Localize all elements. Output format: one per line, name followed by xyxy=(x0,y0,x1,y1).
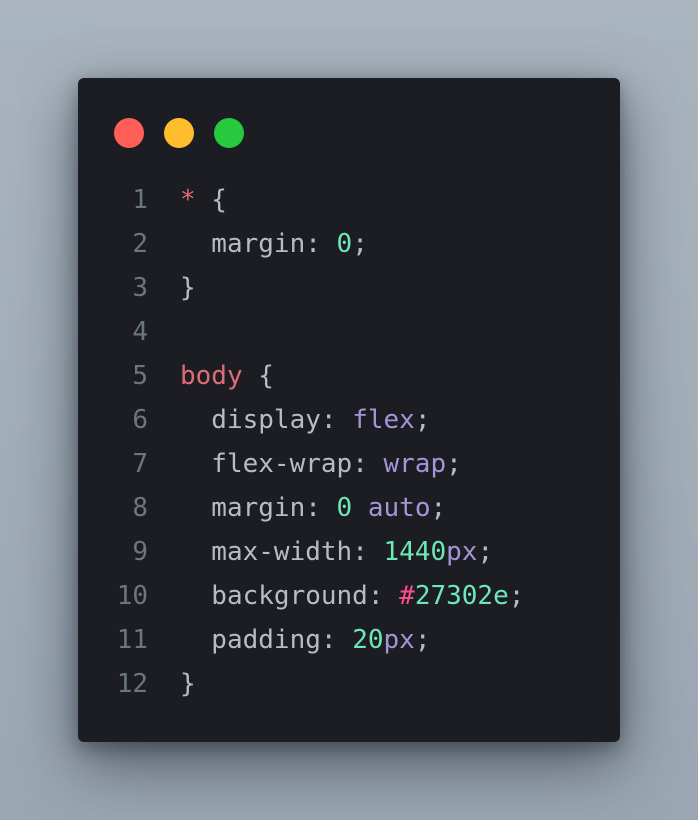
code-token: : xyxy=(352,537,384,567)
code-line: 10 background: #27302e; xyxy=(78,574,620,618)
line-source: body { xyxy=(180,354,274,398)
code-token: ; xyxy=(430,493,447,523)
code-token: margin xyxy=(180,229,306,259)
code-token: margin xyxy=(180,493,306,523)
line-source: display: flex; xyxy=(180,398,430,442)
close-dot-icon[interactable] xyxy=(114,118,144,148)
line-number: 11 xyxy=(116,625,148,655)
code-token: 20 xyxy=(352,625,384,655)
code-token: ; xyxy=(352,229,368,259)
code-line: 2 margin: 0; xyxy=(78,222,620,266)
line-source: * { xyxy=(180,178,227,222)
code-token: 0 xyxy=(336,493,353,523)
line-number: 1 xyxy=(132,185,148,215)
code-token: : xyxy=(352,449,384,479)
line-number: 10 xyxy=(116,581,148,611)
code-line: 8 margin: 0 auto; xyxy=(78,486,620,530)
line-source: margin: 0; xyxy=(180,222,368,266)
code-token: display xyxy=(180,405,321,435)
code-line: 7 flex-wrap: wrap; xyxy=(78,442,620,486)
line-number: 3 xyxy=(132,273,148,303)
line-source: background: #27302e; xyxy=(180,574,524,618)
code-token: ; xyxy=(446,449,462,479)
line-number: 5 xyxy=(132,361,148,391)
line-number: 9 xyxy=(132,537,148,567)
code-token: 27302e xyxy=(414,581,509,611)
line-number: 7 xyxy=(132,449,148,479)
code-token: px xyxy=(383,625,415,655)
line-number: 2 xyxy=(132,229,148,259)
code-line: 12} xyxy=(78,662,620,706)
line-source: max-width: 1440px; xyxy=(180,530,493,574)
line-number: 8 xyxy=(132,493,148,523)
line-source: padding: 20px; xyxy=(180,618,430,662)
code-token: : xyxy=(320,625,353,655)
code-line: 4 xyxy=(78,310,620,354)
code-line: 3} xyxy=(78,266,620,310)
code-token: } xyxy=(180,669,196,699)
code-token: max-width xyxy=(180,537,353,567)
code-window: 1 * {2 margin: 0; 3} 4 5 body {6 display: fle… xyxy=(78,78,620,742)
line-source: flex-wrap: wrap; xyxy=(180,442,462,486)
code-line: 1 * { xyxy=(78,178,620,222)
code-token: : xyxy=(305,493,337,523)
code-token: body xyxy=(180,361,243,391)
code-token: # xyxy=(399,581,415,611)
code-token: padding xyxy=(180,625,321,655)
line-number: 6 xyxy=(132,405,148,435)
code-token: { xyxy=(195,185,227,215)
code-token: px xyxy=(446,537,478,567)
line-number: 12 xyxy=(116,669,148,699)
code-token: background xyxy=(180,581,368,611)
maximize-dot-icon[interactable] xyxy=(214,118,244,148)
code-line: 11 padding: 20px; xyxy=(78,618,620,662)
code-line: 9 max-width: 1440px; xyxy=(78,530,620,574)
code-token: * xyxy=(180,185,196,215)
code-token: { xyxy=(242,361,274,391)
line-source: } xyxy=(180,266,196,310)
code-token: : xyxy=(305,229,337,259)
line-number: 4 xyxy=(132,317,148,347)
code-token: flex xyxy=(352,405,415,435)
code-token: } xyxy=(180,273,196,303)
minimize-dot-icon[interactable] xyxy=(164,118,194,148)
code-line: 5 body { xyxy=(78,354,620,398)
code-token: : xyxy=(367,581,400,611)
code-token: auto xyxy=(367,493,431,523)
code-token: : xyxy=(320,405,353,435)
code-token: ; xyxy=(477,537,494,567)
code-token: ; xyxy=(414,625,431,655)
code-block: 1 * {2 margin: 0; 3} 4 5 body {6 display: fle… xyxy=(78,178,620,706)
code-line: 6 display: flex; xyxy=(78,398,620,442)
code-token: ; xyxy=(414,405,431,435)
code-token: 1440 xyxy=(383,537,447,567)
code-token: flex-wrap xyxy=(180,449,353,479)
line-source: margin: 0 auto; xyxy=(180,486,446,530)
code-token: 0 xyxy=(336,229,353,259)
code-token: wrap xyxy=(383,449,447,479)
code-token: ; xyxy=(508,581,525,611)
line-source: } xyxy=(180,662,196,706)
